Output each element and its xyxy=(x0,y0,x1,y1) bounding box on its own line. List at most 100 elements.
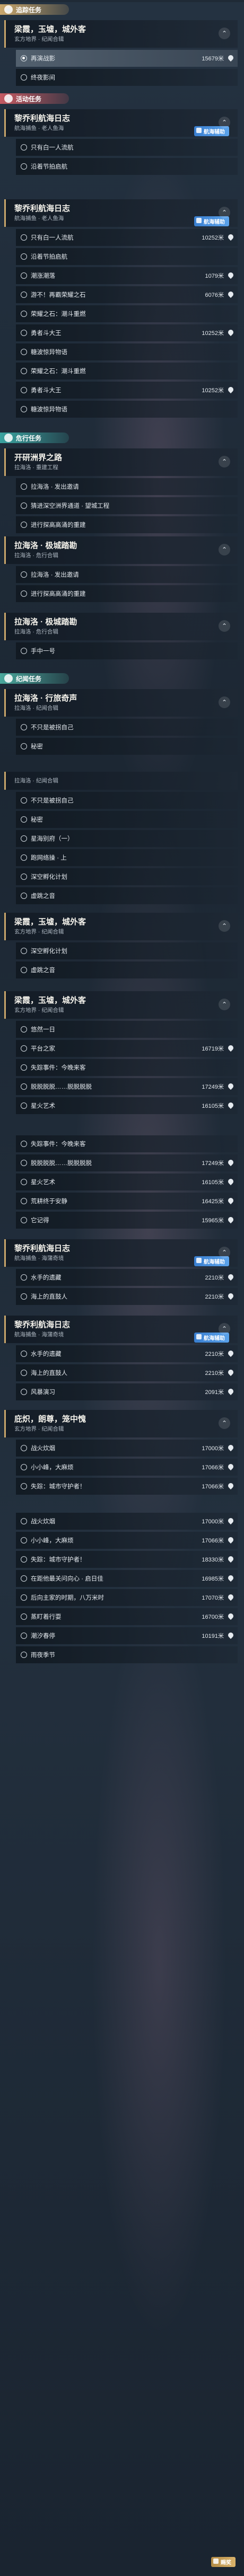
task-row[interactable]: 游不！再霸荣耀之石 6076米 xyxy=(16,286,238,303)
task-row[interactable]: 海上的直鼓人 2210米 xyxy=(16,1288,238,1305)
map-pin-icon[interactable] xyxy=(228,1537,233,1543)
task-row[interactable]: 失踪事件：今晚来客 xyxy=(16,1059,238,1076)
map-pin-icon[interactable] xyxy=(228,1445,233,1451)
task-row[interactable]: 海上的直鼓人 2210米 xyxy=(16,1364,238,1381)
task-row[interactable]: 深空孵化计划 xyxy=(16,868,238,885)
chevron-up-icon[interactable]: ⌃ xyxy=(219,620,230,632)
task-row[interactable]: 小小峰，大麻烦 17066米 xyxy=(16,1532,238,1549)
task-row[interactable]: 荒耕终于安静 16425米 xyxy=(16,1193,238,1210)
task-row[interactable]: 拉海洛 · 发出邀请 xyxy=(16,478,238,495)
quest-card[interactable]: 拉海洛 · 极城踏勘 拉海洛 · 危行合辑 ⌃ xyxy=(4,613,238,640)
task-row[interactable]: 雨夜季节 xyxy=(16,1646,238,1663)
task-row[interactable]: 拉海洛 · 发出邀请 xyxy=(16,566,238,583)
map-pin-icon[interactable] xyxy=(228,1160,233,1166)
map-pin-icon[interactable] xyxy=(228,1633,233,1639)
task-row[interactable]: 进行探高高涌的重建 xyxy=(16,585,238,602)
task-row[interactable]: 潮涨潮落 1079米 xyxy=(16,267,238,284)
map-pin-icon[interactable] xyxy=(228,1594,233,1601)
chevron-up-icon[interactable]: ⌃ xyxy=(219,1417,230,1429)
map-pin-icon[interactable] xyxy=(228,1102,233,1109)
task-row[interactable]: 手中一号 xyxy=(16,642,238,659)
task-row[interactable]: 只有白一人流航 xyxy=(16,139,238,156)
task-row[interactable]: 星海别府（一） xyxy=(16,830,238,847)
map-pin-icon[interactable] xyxy=(228,1370,233,1376)
task-row[interactable]: 在距他最关问向心 · 启日佳 16985米 xyxy=(16,1570,238,1587)
map-pin-icon[interactable] xyxy=(228,1613,233,1620)
task-row[interactable]: 糖波惊异物语 xyxy=(16,401,238,418)
task-row[interactable]: 悠然一日 xyxy=(16,1021,238,1038)
task-row[interactable]: 深空孵化计划 xyxy=(16,942,238,959)
map-pin-icon[interactable] xyxy=(228,1217,233,1223)
chevron-up-icon[interactable]: ⌃ xyxy=(219,544,230,555)
quest-card[interactable]: 黎乔利航海日志 航海捕鱼 · 老人鱼海 航海辅助 ⌃ xyxy=(4,109,238,137)
task-row[interactable]: 水手的遗藏 2210米 xyxy=(16,1269,238,1286)
map-pin-icon[interactable] xyxy=(228,387,233,393)
quest-card[interactable]: 黎乔利航海日志 航海捕鱼 · 老人鱼海 航海辅助 ⌃ xyxy=(4,199,238,227)
task-row[interactable]: 勇者斗大王 10252米 xyxy=(16,324,238,341)
task-row[interactable]: 星火艺术 16105米 xyxy=(16,1097,238,1114)
map-pin-icon[interactable] xyxy=(228,1518,233,1524)
chevron-up-icon[interactable]: ⌃ xyxy=(219,456,230,467)
map-pin-icon[interactable] xyxy=(228,1179,233,1185)
task-row[interactable]: 勇者斗大王 10252米 xyxy=(16,382,238,399)
task-row[interactable]: 水手的遗藏 2210米 xyxy=(16,1345,238,1362)
task-row[interactable]: 沿着节拍启航 xyxy=(16,248,238,265)
task-row[interactable]: 猜进深空洲界通道 · 望城工程 xyxy=(16,497,238,514)
section-header-events[interactable]: ★ 活动任务 xyxy=(0,91,244,106)
quest-card[interactable]: 黎乔利航海日志 航海捕鱼 · 海蒲奇境 航海辅助 ⌃ xyxy=(4,1239,238,1267)
quest-card[interactable]: 开研洲界之路 拉海洛 · 重建工程 ⌃ xyxy=(4,448,238,476)
map-pin-icon[interactable] xyxy=(228,330,233,336)
chevron-up-icon[interactable]: ⌃ xyxy=(219,1247,230,1258)
task-row[interactable]: 失踪：城市守护者！ 17066米 xyxy=(16,1478,238,1495)
task-row[interactable]: 荣耀之石：潮斗重燃 xyxy=(16,305,238,322)
task-row[interactable]: 跑网络操 · 上 xyxy=(16,849,238,866)
map-pin-icon[interactable] xyxy=(228,1083,233,1090)
chevron-up-icon[interactable]: ⌃ xyxy=(219,117,230,128)
chevron-up-icon[interactable]: ⌃ xyxy=(219,696,230,708)
task-row[interactable]: 只有白一人流航 10252米 xyxy=(16,229,238,246)
chevron-up-icon[interactable]: ⌃ xyxy=(219,1323,230,1335)
map-pin-icon[interactable] xyxy=(228,1389,233,1395)
quest-card[interactable]: 庇炽，朗尊，笼中愧 玄方地界 · 纪闻合辑 ⌃ xyxy=(4,1410,238,1437)
section-header-danger[interactable]: ⚔ 危行任务 xyxy=(0,430,244,445)
quest-card[interactable]: 拉海洛 · 极城踏勘 拉海洛 · 危行合辑 ⌃ xyxy=(4,536,238,564)
section-header-records[interactable]: ✦ 纪闻任务 xyxy=(0,671,244,686)
section-header-tracked[interactable]: ◆ 追踪任务 xyxy=(0,2,244,17)
map-pin-icon[interactable] xyxy=(228,55,233,61)
quest-card[interactable]: 梁霞，玉墟，城外客 玄方地界 · 纪闻合辑 ⌃ xyxy=(4,991,238,1019)
map-pin-icon[interactable] xyxy=(228,1483,233,1489)
task-row[interactable]: 潮汐春停 10191米 xyxy=(16,1627,238,1644)
task-row[interactable]: 虚跳之音 xyxy=(16,887,238,904)
map-pin-icon[interactable] xyxy=(228,292,233,298)
task-row[interactable]: 脱脱脱脱……脱脱脱脱 17249米 xyxy=(16,1078,238,1095)
quest-card[interactable]: 拉海洛 · 行旅奇声 拉海洛 · 纪闻合辑 ⌃ xyxy=(4,689,238,717)
task-row[interactable]: 战火炊烟 17000米 xyxy=(16,1513,238,1530)
map-pin-icon[interactable] xyxy=(228,1556,233,1563)
task-row[interactable]: 秘密 xyxy=(16,738,238,755)
map-pin-icon[interactable] xyxy=(228,1575,233,1582)
task-row[interactable]: 星火艺术 16105米 xyxy=(16,1174,238,1190)
chevron-up-icon[interactable]: ⌃ xyxy=(219,207,230,218)
task-row[interactable]: 进行探高高涌的重建 xyxy=(16,516,238,533)
task-row[interactable]: 秘密 xyxy=(16,811,238,828)
task-row[interactable]: 它记得 15965米 xyxy=(16,1212,238,1229)
map-pin-icon[interactable] xyxy=(228,1351,233,1357)
task-row[interactable]: 失踪：城市守护者！ 18330米 xyxy=(16,1551,238,1568)
quest-card[interactable]: 梁霞，玉墟，城外客 玄方地界 · 纪闻合辑 ⌃ xyxy=(4,20,238,48)
task-row[interactable]: 蒸盯着行耍 16700米 xyxy=(16,1608,238,1625)
task-row[interactable]: 不只是被拐自己 xyxy=(16,719,238,736)
map-pin-icon[interactable] xyxy=(228,1045,233,1052)
task-row[interactable]: 失踪事件：今晚来客 xyxy=(16,1135,238,1152)
task-row[interactable]: 虚跳之音 xyxy=(16,961,238,978)
task-row[interactable]: 不只是被拐自己 xyxy=(16,792,238,809)
task-row[interactable]: 再演战影 15679米 xyxy=(16,50,238,67)
quest-card[interactable]: 拉海洛 · 纪闻合辑 xyxy=(4,772,238,790)
quest-card[interactable]: 黎乔利航海日志 航海捕鱼 · 海蒲奇境 航海辅助 ⌃ xyxy=(4,1316,238,1343)
task-row[interactable]: 荣耀之石：潮斗重燃 xyxy=(16,363,238,380)
task-row[interactable]: 沿着节拍启航 xyxy=(16,158,238,175)
task-row[interactable]: 后向主家的时期，八万米时 17070米 xyxy=(16,1589,238,1606)
map-pin-icon[interactable] xyxy=(228,1464,233,1470)
task-row[interactable]: 战火炊烟 17000米 xyxy=(16,1440,238,1457)
task-row[interactable]: 风暴演习 2091米 xyxy=(16,1383,238,1400)
task-row[interactable]: 平台之家 16719米 xyxy=(16,1040,238,1057)
